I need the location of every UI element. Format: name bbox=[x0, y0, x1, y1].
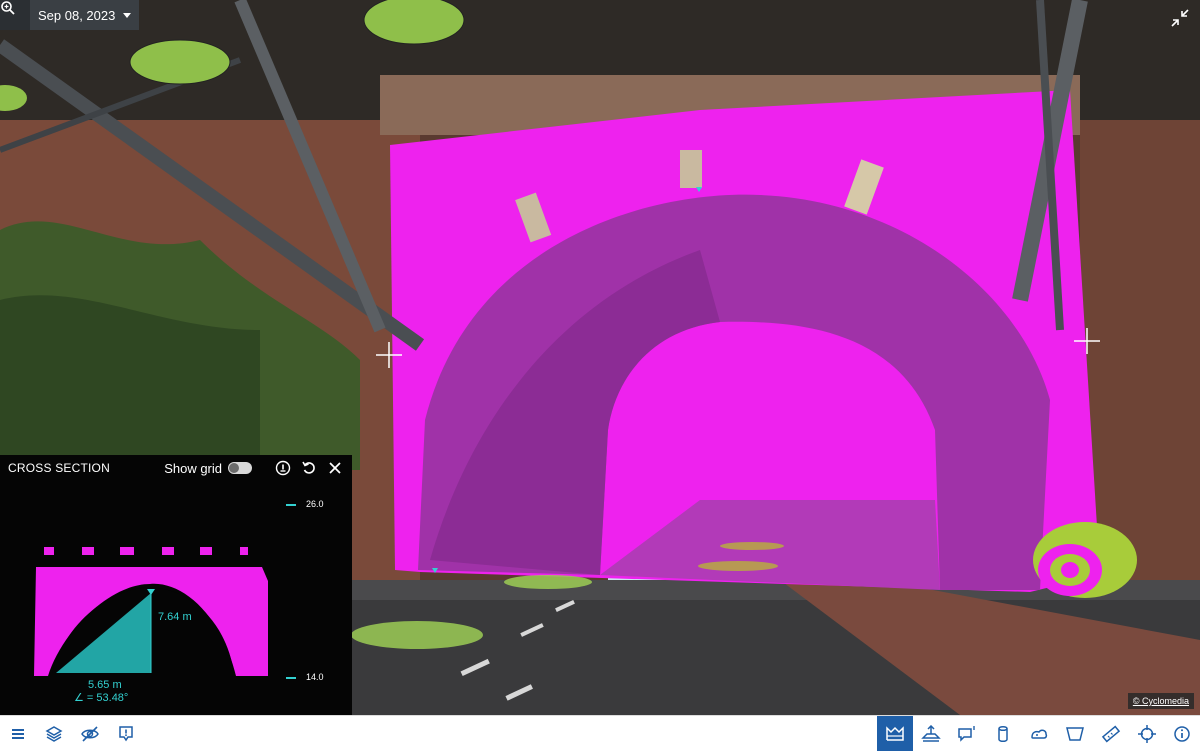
copyright-link[interactable]: © Cyclomedia bbox=[1127, 693, 1194, 709]
cylinder-button[interactable] bbox=[985, 716, 1021, 751]
cylinder-icon bbox=[998, 725, 1008, 742]
info-button[interactable] bbox=[1164, 716, 1200, 751]
visibility-off-icon bbox=[81, 725, 99, 742]
report-icon bbox=[119, 725, 133, 741]
scale-bottom-label: 14.0 bbox=[306, 672, 324, 682]
cross-section-button[interactable] bbox=[877, 716, 913, 751]
menu-icon bbox=[12, 728, 24, 739]
collapse-arrows-icon bbox=[1171, 9, 1189, 27]
close-button[interactable] bbox=[326, 459, 344, 477]
area-icon bbox=[1066, 726, 1084, 741]
visibility-button[interactable] bbox=[72, 716, 108, 751]
distance-button[interactable] bbox=[1093, 716, 1129, 751]
cross-section-header: CROSS SECTION Show grid bbox=[0, 455, 352, 481]
date-label: Sep 08, 2023 bbox=[38, 7, 116, 23]
panel-title: CROSS SECTION bbox=[8, 461, 110, 475]
crosshair-icon bbox=[1138, 724, 1156, 743]
angle-measurement: ∠ = 53.48° bbox=[74, 692, 129, 704]
show-grid-label: Show grid bbox=[164, 460, 222, 476]
bottom-toolbar bbox=[0, 715, 1200, 751]
width-measurement: 5.65 m bbox=[88, 679, 122, 691]
date-selector-bar: Sep 08, 2023 bbox=[0, 0, 140, 30]
volume-icon bbox=[1031, 729, 1048, 739]
date-dropdown[interactable]: Sep 08, 2023 bbox=[30, 0, 140, 30]
close-icon bbox=[329, 462, 341, 474]
position-button[interactable] bbox=[1129, 716, 1165, 751]
scale-top-label: 26.0 bbox=[306, 499, 324, 509]
annotation-button[interactable] bbox=[949, 716, 985, 751]
info-button[interactable] bbox=[274, 459, 292, 477]
show-grid-toggle[interactable] bbox=[228, 462, 252, 474]
cross-section-plot[interactable]: 26.0 14.0 7.64 m 5.65 m ∠ = 53.48° bbox=[0, 481, 352, 715]
menu-button[interactable] bbox=[0, 716, 36, 751]
cross-section-icon bbox=[886, 725, 904, 741]
cross-section-panel: CROSS SECTION Show grid 26.0 14.0 7.64 m… bbox=[0, 455, 352, 715]
report-button[interactable] bbox=[108, 716, 144, 751]
download-circle-icon bbox=[275, 460, 291, 476]
area-button[interactable] bbox=[1057, 716, 1093, 751]
collapse-button[interactable] bbox=[1170, 8, 1190, 28]
chevron-down-icon bbox=[123, 12, 132, 18]
elevation-icon bbox=[921, 724, 941, 742]
reset-button[interactable] bbox=[300, 459, 318, 477]
undo-icon bbox=[302, 461, 315, 474]
elevation-button[interactable] bbox=[913, 716, 949, 751]
layers-icon bbox=[45, 725, 63, 742]
height-measurement: 7.64 m bbox=[158, 611, 192, 623]
cross-section-profile bbox=[34, 504, 296, 679]
annotation-icon bbox=[958, 725, 975, 742]
volume-button[interactable] bbox=[1021, 716, 1057, 751]
zoom-in-button[interactable] bbox=[0, 0, 30, 30]
info-icon bbox=[1174, 725, 1190, 742]
zoom-search-icon bbox=[1, 1, 15, 15]
ruler-icon bbox=[1101, 725, 1121, 742]
layers-button[interactable] bbox=[36, 716, 72, 751]
